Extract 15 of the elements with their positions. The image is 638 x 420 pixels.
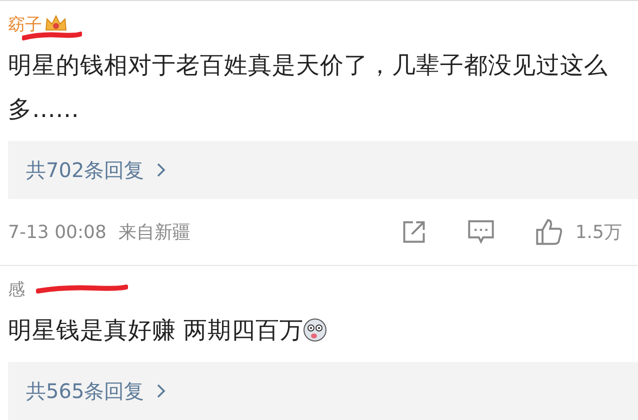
scribble-mark bbox=[22, 31, 82, 41]
comment-time: 7-13 00:08 bbox=[8, 222, 106, 242]
replies-link[interactable]: 共565条回复 bbox=[8, 362, 638, 420]
chevron-icon bbox=[156, 383, 166, 399]
comment-icon[interactable] bbox=[467, 219, 496, 245]
thumbs-up-icon[interactable] bbox=[535, 218, 564, 246]
share-icon[interactable] bbox=[401, 219, 428, 245]
username[interactable]: 感 bbox=[8, 278, 25, 300]
comment-text: 明星的钱相对于老百姓真是天价了，几辈子都没见过这么多…… bbox=[8, 50, 608, 125]
comment-text: 明星钱是真好赚 两期四百万 bbox=[8, 315, 304, 346]
comment-location: 来自新疆 bbox=[118, 221, 190, 244]
chevron-icon bbox=[156, 162, 166, 178]
replies-link[interactable]: 共702条回复 bbox=[8, 141, 638, 199]
username[interactable]: 窈子 bbox=[8, 12, 42, 36]
like-count: 1.5万 bbox=[575, 221, 622, 244]
